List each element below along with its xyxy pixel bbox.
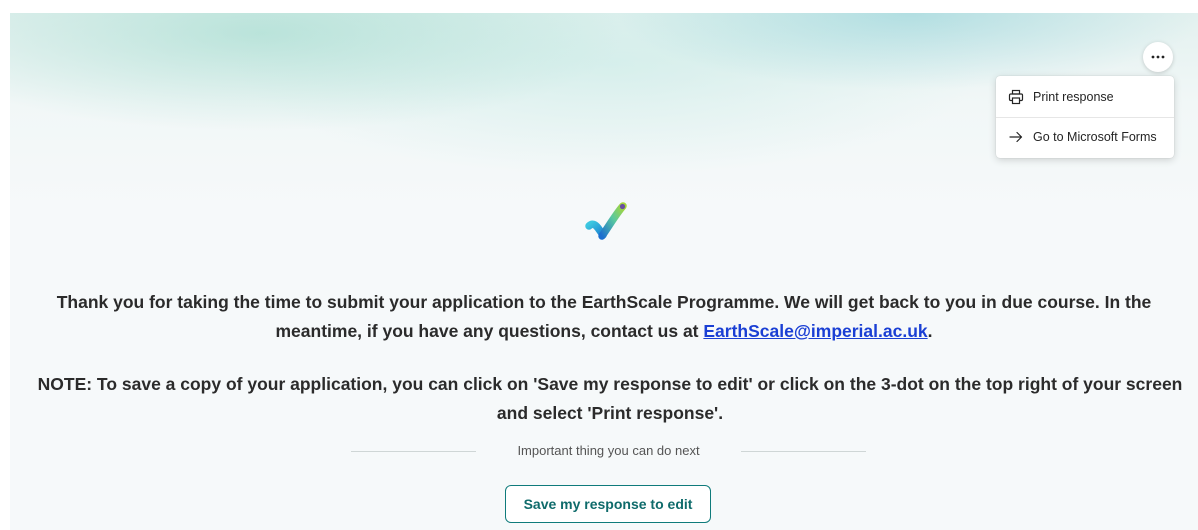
menu-item-go-to-microsoft-forms[interactable]: Go to Microsoft Forms — [996, 117, 1174, 157]
page: Print response Go to Microsoft Forms Tha… — [0, 0, 1198, 530]
next-steps-label: Important thing you can do next — [517, 443, 700, 458]
note-line-1: NOTE: To save a copy of your application… — [37, 374, 1183, 394]
arrow-right-icon — [1008, 129, 1024, 145]
menu-item-print-response[interactable]: Print response — [996, 77, 1174, 117]
save-my-response-button[interactable]: Save my response to edit — [505, 485, 711, 523]
top-strip — [0, 0, 1198, 13]
confirmation-line-2-suffix: . — [927, 321, 933, 341]
checkmark-icon — [583, 198, 633, 246]
more-options-button[interactable] — [1143, 42, 1173, 72]
menu-item-label: Go to Microsoft Forms — [1033, 130, 1157, 144]
contact-email-link[interactable]: EarthScale@imperial.ac.uk — [703, 321, 927, 341]
divider-right — [741, 451, 866, 452]
printer-icon — [1008, 89, 1024, 105]
confirmation-line-1: Thank you for taking the time to submit … — [56, 292, 1152, 312]
save-copy-note: NOTE: To save a copy of your application… — [0, 370, 1198, 428]
note-line-2: and select 'Print response'. — [496, 403, 724, 423]
more-options-menu: Print response Go to Microsoft Forms — [996, 76, 1174, 158]
confirmation-line-2: meantime, if you have any questions, con… — [10, 317, 1198, 346]
more-horizontal-icon — [1151, 55, 1165, 59]
confirmation-message: Thank you for taking the time to submit … — [10, 288, 1198, 346]
menu-item-label: Print response — [1033, 90, 1114, 104]
confirmation-line-2-prefix: meantime, if you have any questions, con… — [275, 321, 704, 341]
divider-left — [351, 451, 476, 452]
